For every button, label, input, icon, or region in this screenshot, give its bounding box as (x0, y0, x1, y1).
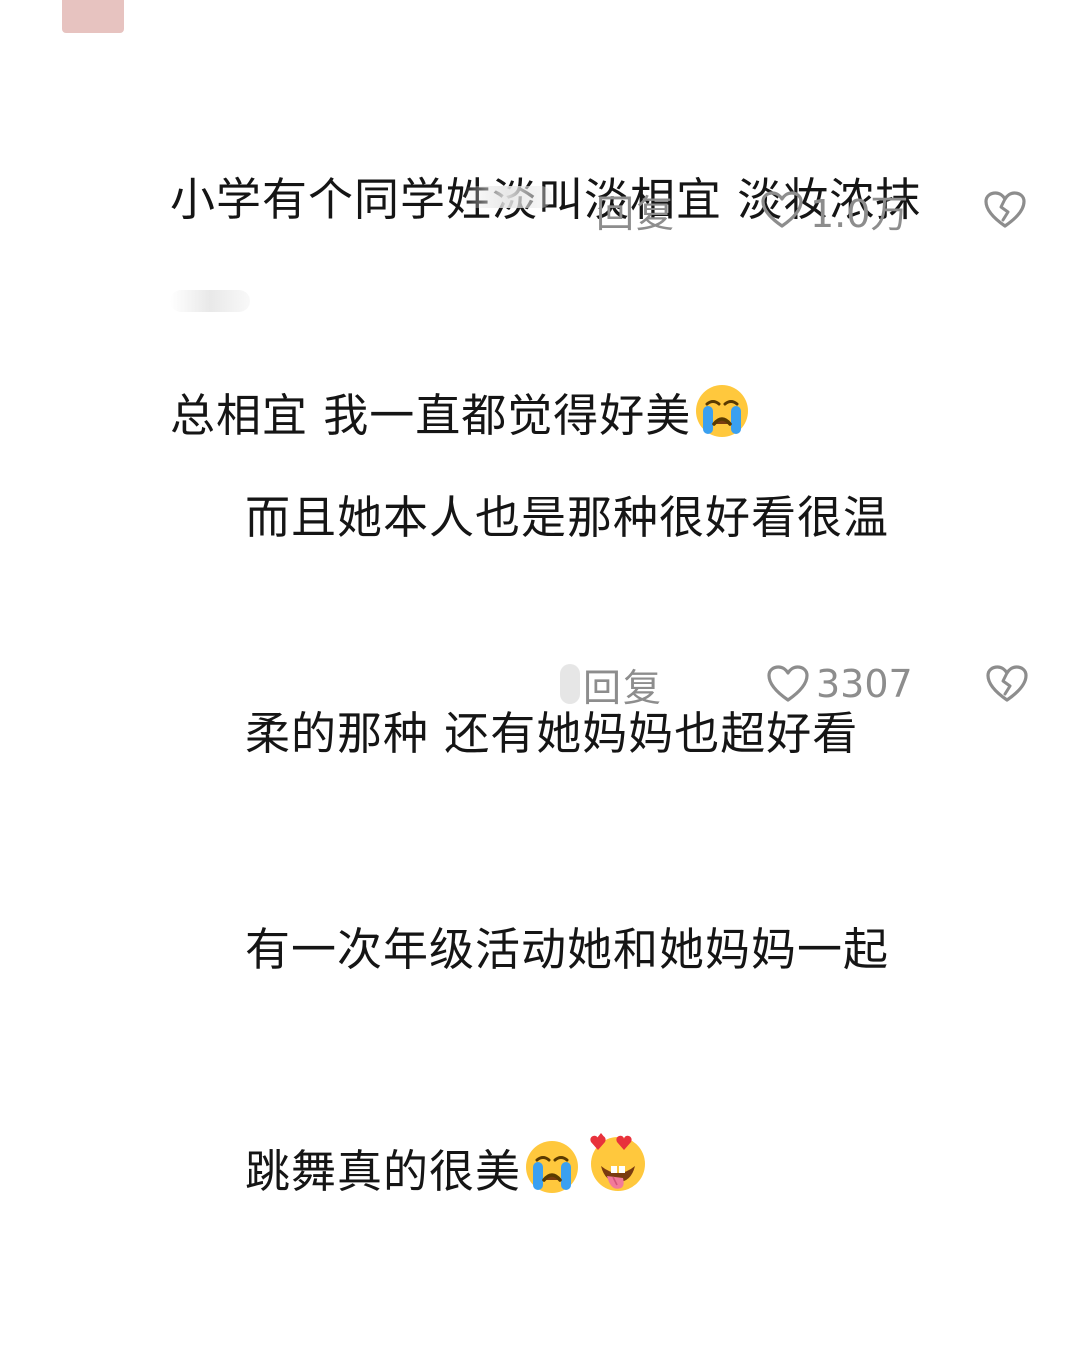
reply-button[interactable]: 回复 (596, 183, 676, 238)
comment-line: 而且她本人也是那种很好看很温 (245, 491, 890, 544)
dislike-button[interactable] (985, 664, 1029, 704)
heart-icon (760, 190, 804, 230)
broken-heart-icon (983, 190, 1027, 230)
avatar[interactable] (62, 0, 124, 33)
reply-button[interactable]: 回复 (583, 657, 663, 712)
comment-actions: 回复 3307 (0, 654, 1080, 714)
like-count: 3307 (816, 662, 913, 706)
username[interactable] (170, 290, 250, 312)
broken-heart-icon (985, 664, 1029, 704)
dislike-button[interactable] (983, 190, 1027, 230)
crying-face-icon (523, 1138, 581, 1196)
comment-text: 而且她本人也是那种很好看很温 柔的那种 还有她妈妈也超好看 有一次年级活动她和她… (245, 338, 1025, 1352)
like-count: 1.0万 (810, 191, 909, 236)
comment-line: 跳舞真的很美 (245, 1130, 1025, 1208)
star-struck-tongue-icon (583, 1130, 649, 1196)
comment: 而且她本人也是那种很好看很温 柔的那种 还有她妈妈也超好看 有一次年级活动她和她… (245, 338, 1025, 1352)
like-button[interactable]: 1.0万 (760, 183, 908, 238)
comment-actions: 回复 1.0万 (0, 180, 1080, 240)
comment-line: 有一次年级活动她和她妈妈一起 (245, 923, 890, 976)
like-button[interactable]: 3307 (766, 662, 913, 706)
heart-icon (766, 664, 810, 704)
